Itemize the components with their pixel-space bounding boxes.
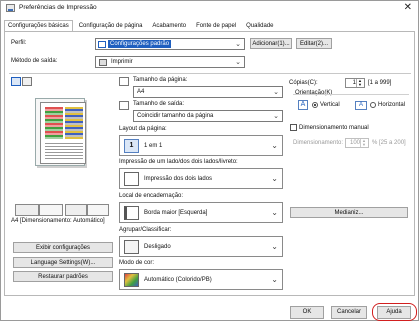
collate-value: Desligado bbox=[144, 244, 171, 250]
scaling-value: 100 bbox=[349, 140, 360, 146]
edit-profile-button[interactable]: Editar(2)... bbox=[296, 38, 332, 49]
duplex-print-icon bbox=[124, 172, 139, 186]
page-size-select[interactable]: A4 ⌄ bbox=[133, 86, 283, 98]
manual-scaling-label: Dimensionamento manual bbox=[299, 125, 369, 131]
duplex-icon bbox=[39, 204, 63, 216]
output-method-label: Método de saída: bbox=[11, 58, 58, 64]
duplex-value: Impressão dos dois lados bbox=[144, 176, 213, 182]
page-layout-label: Layout da página: bbox=[119, 126, 167, 132]
binding-value: Borda maior [Esquerda] bbox=[144, 210, 208, 216]
duplex-select[interactable]: Impressão dos dois lados ⌄ bbox=[119, 168, 283, 189]
landscape-radio[interactable] bbox=[370, 102, 376, 108]
output-size-icon bbox=[119, 101, 129, 110]
copies-spinner[interactable]: 1 ▲ ▼ bbox=[345, 78, 365, 88]
chevron-down-icon: ⌄ bbox=[271, 174, 278, 183]
orientation-group-line bbox=[293, 94, 409, 95]
chevron-down-icon: ⌄ bbox=[273, 89, 279, 96]
preview-caption: A4 [Dimensionamento: Automático] bbox=[11, 218, 105, 224]
output-size-label: Tamanho de saída: bbox=[133, 101, 185, 107]
restore-defaults-button[interactable]: Restaurar padrões bbox=[13, 271, 113, 282]
ok-button[interactable]: OK bbox=[290, 306, 324, 319]
chevron-down-icon: ⌄ bbox=[235, 59, 241, 66]
printer-app-icon bbox=[6, 4, 15, 12]
tab-strip: Configurações básicas Configuração de pá… bbox=[4, 20, 280, 32]
chevron-down-icon: ⌄ bbox=[271, 275, 278, 284]
close-icon[interactable]: ✕ bbox=[404, 2, 412, 13]
page-layout-value: 1 em 1 bbox=[144, 143, 163, 149]
page-size-icon bbox=[119, 77, 129, 86]
gutter-button[interactable]: Medianiz... bbox=[290, 207, 408, 218]
page-preview bbox=[13, 92, 105, 204]
preview-text-lines bbox=[45, 143, 83, 159]
show-settings-button[interactable]: Exibir configurações bbox=[13, 242, 113, 253]
printer-icon bbox=[99, 59, 107, 66]
spin-arrows-icon[interactable]: ▲ ▼ bbox=[356, 79, 363, 87]
color-mode-value: Automático (Colorido/PB) bbox=[144, 277, 212, 283]
output-method-value: Imprimir bbox=[111, 59, 133, 65]
portrait-radio[interactable] bbox=[312, 102, 318, 108]
binding-location-icon bbox=[124, 206, 139, 220]
profile-select[interactable]: Configurações padrão ⌄ bbox=[95, 38, 245, 50]
chevron-down-icon: ⌄ bbox=[271, 141, 278, 150]
collate-icon bbox=[65, 204, 87, 216]
manual-scaling-checkbox[interactable] bbox=[290, 124, 297, 131]
color-mode-select[interactable]: Automático (Colorido/PB) ⌄ bbox=[119, 269, 283, 290]
landscape-label: Horizontal bbox=[378, 102, 406, 108]
collate-select[interactable]: Desligado ⌄ bbox=[119, 236, 283, 257]
chevron-down-icon: ⌄ bbox=[271, 208, 278, 217]
tab-panel: Perfil: Configurações padrão ⌄ Adicionar… bbox=[4, 31, 415, 296]
color-mode-label: Modo de cor: bbox=[119, 260, 155, 266]
preview-front-page bbox=[40, 102, 86, 164]
portrait-icon: A bbox=[298, 100, 308, 110]
chevron-down-icon: ⌄ bbox=[235, 41, 241, 48]
language-settings-button[interactable]: Language Settings(W)... bbox=[13, 257, 113, 268]
color-mode-option-icon bbox=[124, 273, 139, 287]
page-size-label: Tamanho da página: bbox=[133, 77, 188, 83]
output-size-value: Coincidir tamanho da página bbox=[137, 113, 214, 119]
profile-icon bbox=[98, 41, 106, 48]
layout-icon: 1 bbox=[124, 139, 139, 153]
binding-label: Local de encadernação: bbox=[119, 193, 184, 199]
spin-arrows-icon[interactable]: ▲ ▼ bbox=[360, 139, 367, 147]
page-view-icon[interactable] bbox=[11, 77, 21, 86]
profile-label: Perfil: bbox=[11, 40, 27, 46]
print-preferences-window: Preferências de Impressão ✕ Configuraçõe… bbox=[0, 0, 419, 321]
page-size-value: A4 bbox=[137, 89, 145, 95]
scaling-range: % [25 a 200] bbox=[372, 140, 406, 146]
help-button[interactable]: Ajuda bbox=[377, 306, 411, 319]
preview-image-block bbox=[65, 107, 83, 139]
printer-view-icon[interactable] bbox=[22, 77, 32, 86]
scaling-spinner[interactable]: 100 ▲ ▼ bbox=[345, 138, 369, 148]
chevron-down-icon: ⌄ bbox=[271, 242, 278, 251]
chevron-down-icon: ⌄ bbox=[273, 113, 279, 120]
copies-range: [1 a 999] bbox=[368, 80, 392, 86]
color-mode-icon bbox=[87, 204, 109, 216]
orientation-label: Orientação(K) bbox=[295, 90, 333, 96]
binding-icon bbox=[15, 204, 39, 216]
collate-option-icon bbox=[124, 240, 139, 254]
add-profile-button[interactable]: Adicionar(1)... bbox=[250, 38, 292, 49]
separator bbox=[9, 73, 411, 74]
portrait-label: Vertical bbox=[320, 102, 340, 108]
output-method-select[interactable]: Imprimir ⌄ bbox=[95, 56, 245, 68]
output-size-select[interactable]: Coincidir tamanho da página ⌄ bbox=[133, 110, 283, 122]
window-title: Preferências de Impressão bbox=[19, 4, 97, 11]
title-bar: Preferências de Impressão ✕ bbox=[1, 1, 418, 16]
binding-select[interactable]: Borda maior [Esquerda] ⌄ bbox=[119, 202, 283, 223]
profile-value: Configurações padrão bbox=[108, 40, 172, 48]
duplex-label: Impressão de um lado/dos dois lados/livr… bbox=[119, 159, 238, 165]
landscape-icon: A bbox=[355, 101, 367, 110]
preview-image-block bbox=[45, 107, 63, 139]
copies-label: Cópias(C): bbox=[289, 80, 318, 86]
page-layout-select[interactable]: 1 1 em 1 ⌄ bbox=[119, 135, 283, 156]
collate-label: Agrupar/Classificar: bbox=[119, 227, 172, 233]
scaling-field-label: Dimensionamento: bbox=[293, 140, 344, 146]
cancel-button[interactable]: Cancelar bbox=[331, 306, 367, 319]
